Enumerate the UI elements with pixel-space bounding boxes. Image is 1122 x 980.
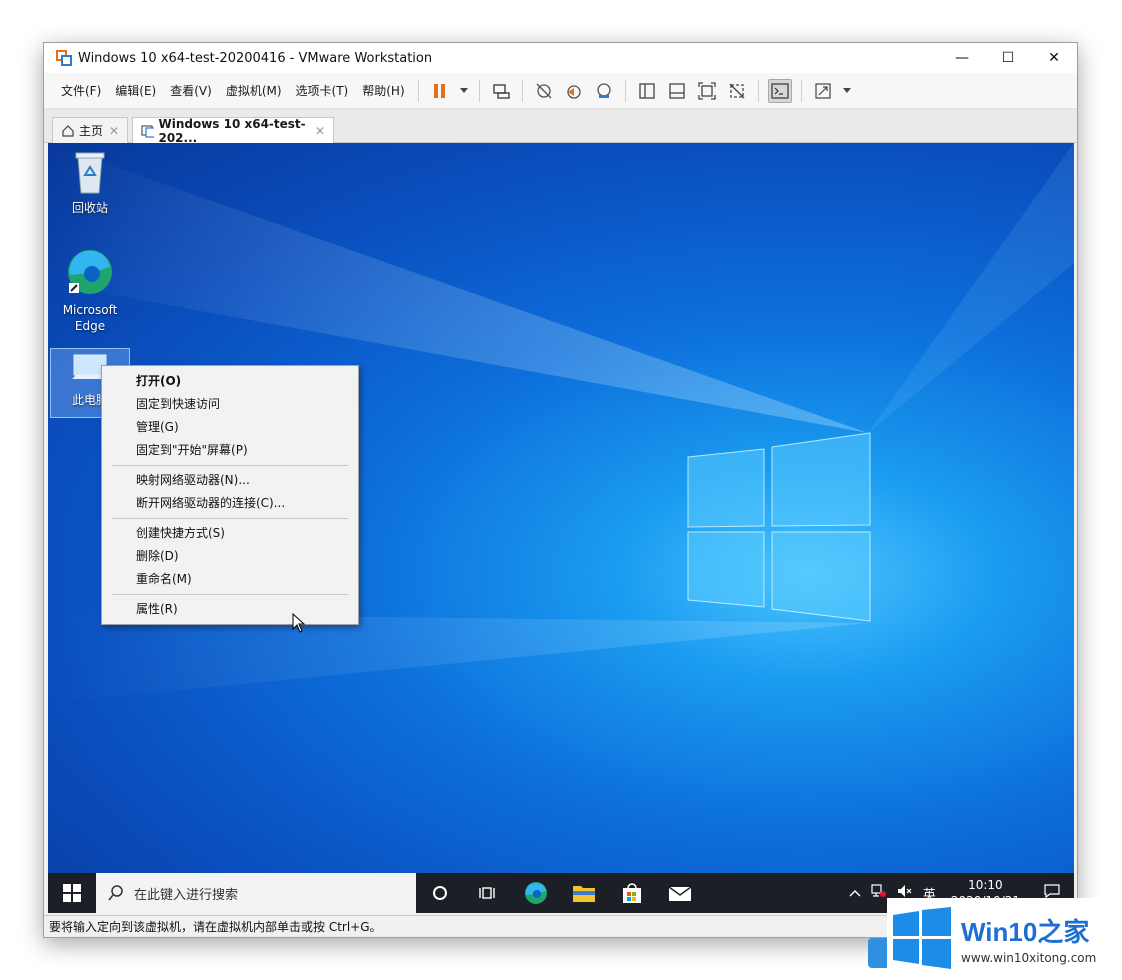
menu-help[interactable]: 帮助(H) xyxy=(355,82,411,99)
toolbar-divider xyxy=(521,79,523,102)
ctx-open[interactable]: 打开(O) xyxy=(102,370,358,393)
vmware-app-icon xyxy=(56,50,72,66)
menu-vm[interactable]: 虚拟机(M) xyxy=(219,82,289,99)
menu-view[interactable]: 查看(V) xyxy=(163,82,219,99)
ctx-rename[interactable]: 重命名(M) xyxy=(102,568,358,591)
edge-icon xyxy=(68,250,112,294)
tab-vm-label: Windows 10 x64-test-202... xyxy=(158,116,306,145)
snapshot-manager-icon[interactable] xyxy=(592,79,616,103)
desktop-recycle-bin[interactable]: 回收站 xyxy=(50,149,130,216)
unity-mode-icon[interactable] xyxy=(725,79,749,103)
ctx-pin-start[interactable]: 固定到"开始"屏幕(P) xyxy=(102,439,358,462)
caption-buttons: — ☐ ✕ xyxy=(939,43,1077,73)
menu-divider xyxy=(112,465,348,466)
recycle-bin-icon xyxy=(75,152,105,194)
full-screen-icon[interactable] xyxy=(695,79,719,103)
toolbar-divider xyxy=(478,79,480,102)
windows-start-icon xyxy=(63,884,81,902)
stretch-guest-icon[interactable] xyxy=(811,79,835,103)
taskbar-mail[interactable] xyxy=(656,873,704,913)
menu-edit[interactable]: 编辑(E) xyxy=(108,82,163,99)
edge-icon xyxy=(525,882,547,904)
menu-divider xyxy=(112,518,348,519)
ctx-manage[interactable]: 管理(G) xyxy=(102,416,358,439)
search-placeholder: 在此键入进行搜索 xyxy=(134,887,239,903)
watermark-brand: Win10 xyxy=(961,916,1038,947)
mail-icon xyxy=(668,886,692,901)
toolbar-divider xyxy=(800,79,802,102)
ctx-map-drive[interactable]: 映射网络驱动器(N)... xyxy=(102,469,358,492)
show-hidden-icons-chevron-icon[interactable] xyxy=(844,886,866,901)
store-icon xyxy=(623,883,641,903)
windows-logo-glow xyxy=(687,432,871,622)
toolbar-divider xyxy=(417,79,419,102)
pause-button[interactable] xyxy=(428,79,452,103)
watermark-brand-suffix: 之家 xyxy=(1037,916,1090,947)
menu-file[interactable]: 文件(F) xyxy=(54,82,108,99)
cortana-circle-icon xyxy=(433,886,447,900)
title-bar[interactable]: Windows 10 x64-test-20200416 - VMware Wo… xyxy=(44,43,1077,73)
cortana-button[interactable] xyxy=(416,873,464,913)
ctx-disconnect-drive[interactable]: 断开网络驱动器的连接(C)... xyxy=(102,492,358,515)
search-icon xyxy=(108,885,123,901)
taskbar-edge[interactable] xyxy=(512,873,560,913)
recycle-bin-label: 回收站 xyxy=(71,201,108,215)
taskbar-file-explorer[interactable] xyxy=(560,873,608,913)
menu-toolbar: 文件(F) 编辑(E) 查看(V) 虚拟机(M) 选项卡(T) 帮助(H) xyxy=(44,73,1077,109)
stretch-dropdown-chevron-icon[interactable] xyxy=(841,79,853,103)
tab-home[interactable]: 主页 ✕ xyxy=(52,117,128,143)
desktop-edge[interactable]: Microsoft Edge xyxy=(50,247,130,334)
pause-dropdown-chevron-icon[interactable] xyxy=(458,79,470,103)
home-icon xyxy=(62,124,74,137)
ctx-delete[interactable]: 删除(D) xyxy=(102,545,358,568)
file-explorer-icon xyxy=(573,886,595,902)
toolbar-divider xyxy=(757,79,759,102)
tab-bar: 主页 ✕ Windows 10 x64-test-202... ✕ xyxy=(44,109,1077,145)
taskbar-store[interactable] xyxy=(608,873,656,913)
tab-home-label: 主页 xyxy=(79,124,104,138)
vmware-window: Windows 10 x64-test-20200416 - VMware Wo… xyxy=(43,42,1078,938)
snapshot-disabled-icon[interactable] xyxy=(532,79,556,103)
win10-logo-icon xyxy=(891,907,953,969)
task-view-button[interactable] xyxy=(464,873,512,913)
start-button[interactable] xyxy=(48,873,96,913)
show-thumbnail-bar-icon[interactable] xyxy=(665,79,689,103)
ctx-pin-quick-access[interactable]: 固定到快速访问 xyxy=(102,393,358,416)
tab-vm-close-icon[interactable]: ✕ xyxy=(315,124,325,138)
ctx-properties[interactable]: 属性(R) xyxy=(102,598,358,621)
taskbar-search-box[interactable]: 在此键入进行搜索 xyxy=(96,873,416,913)
toolbar-divider xyxy=(624,79,626,102)
minimize-button[interactable]: — xyxy=(939,43,985,73)
vm-display[interactable]: 回收站 Microsoft Edge 此电脑 打开(O) 固定到快速访问 管理(… xyxy=(48,143,1074,913)
status-text: 要将输入定向到该虚拟机，请在虚拟机内部单击或按 Ctrl+G。 xyxy=(49,920,382,934)
window-title: Windows 10 x64-test-20200416 - VMware Wo… xyxy=(78,50,433,66)
maximize-button[interactable]: ☐ xyxy=(985,43,1031,73)
mouse-cursor-icon xyxy=(292,613,306,633)
send-ctrl-alt-del-icon[interactable] xyxy=(489,79,513,103)
context-menu: 打开(O) 固定到快速访问 管理(G) 固定到"开始"屏幕(P) 映射网络驱动器… xyxy=(101,365,359,625)
vm-tab-icon xyxy=(141,124,155,138)
close-button[interactable]: ✕ xyxy=(1031,43,1077,73)
watermark-url: www.win10xitong.com xyxy=(961,950,1097,965)
menu-divider xyxy=(112,594,348,595)
task-view-icon xyxy=(479,887,495,899)
show-library-icon[interactable] xyxy=(635,79,659,103)
edge-label: Microsoft Edge xyxy=(62,303,118,333)
console-view-icon[interactable] xyxy=(767,78,792,103)
clock-time: 10:10 xyxy=(968,878,1003,892)
tab-home-close-icon[interactable]: ✕ xyxy=(109,124,119,138)
revert-snapshot-icon[interactable] xyxy=(562,79,586,103)
menu-tabs[interactable]: 选项卡(T) xyxy=(289,82,356,99)
site-watermark: Win10之家 www.win10xitong.com xyxy=(887,898,1120,978)
ctx-create-shortcut[interactable]: 创建快捷方式(S) xyxy=(102,522,358,545)
tab-vm[interactable]: Windows 10 x64-test-202... ✕ xyxy=(132,116,334,145)
